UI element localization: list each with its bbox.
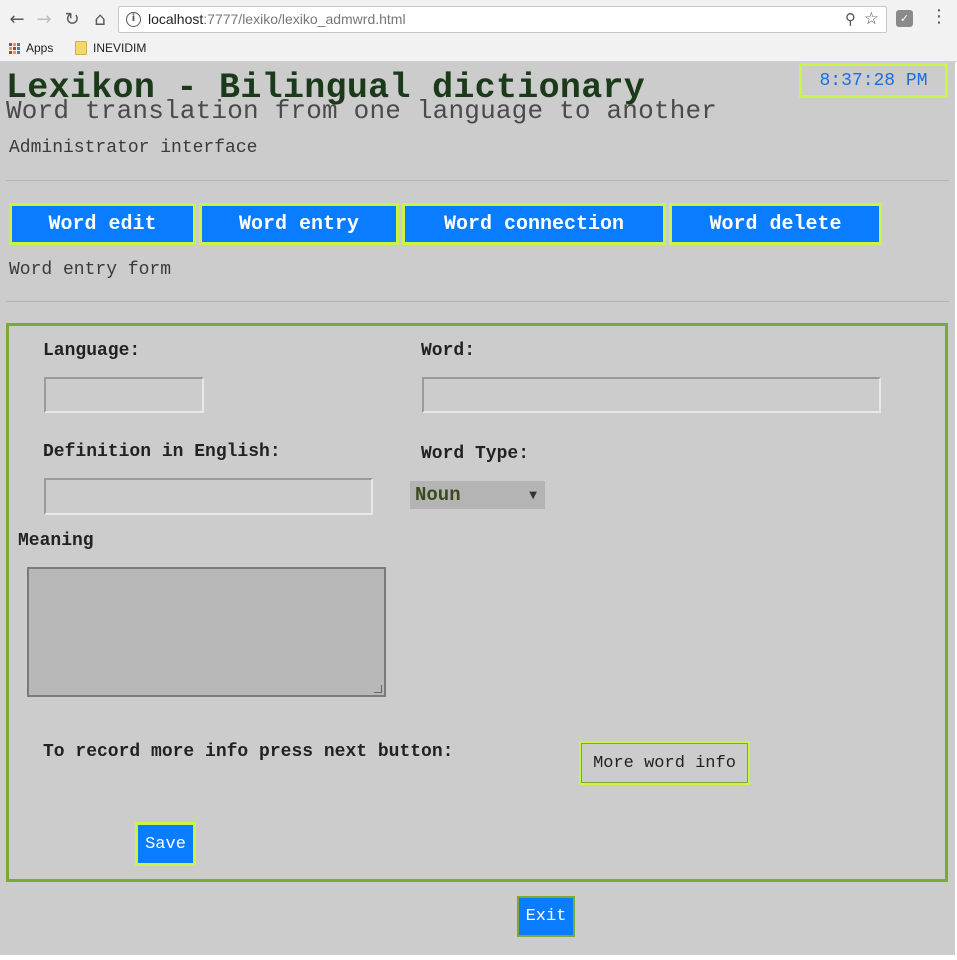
back-arrow-icon[interactable]: ← xyxy=(4,6,30,32)
form-heading: Word entry form xyxy=(9,260,172,280)
window-edge xyxy=(0,955,957,960)
bookmark-inevidim[interactable]: INEVIDIM xyxy=(75,41,146,55)
language-input[interactable] xyxy=(44,377,204,413)
divider xyxy=(6,180,949,181)
address-bar[interactable]: i localhost:7777/lexiko/lexiko_admwrd.ht… xyxy=(118,6,887,33)
word-type-value: Noun xyxy=(415,484,461,506)
clock-display: 8:37:28 PM xyxy=(799,63,948,98)
url-host: localhost xyxy=(148,11,204,27)
meaning-label: Meaning xyxy=(18,531,94,551)
more-info-text: To record more info press next button: xyxy=(43,742,454,762)
dropdown-arrow-icon: ▼ xyxy=(529,489,537,501)
save-button[interactable]: Save xyxy=(135,822,196,866)
url-text: localhost:7777/lexiko/lexiko_admwrd.html xyxy=(148,11,406,27)
word-type-select[interactable]: Noun ▼ xyxy=(410,481,545,509)
apps-grid-icon xyxy=(9,42,20,54)
resize-grip-icon[interactable] xyxy=(374,685,382,693)
url-path: :7777/lexiko/lexiko_admwrd.html xyxy=(203,11,406,27)
tab-word-connection[interactable]: Word connection xyxy=(402,203,666,245)
bookmarks-bar: Apps INEVIDIM xyxy=(0,38,957,60)
more-word-info-button[interactable]: More word info xyxy=(579,741,750,785)
word-type-label: Word Type: xyxy=(421,444,530,464)
browser-chrome: ← → ↻ ⌂ i localhost:7777/lexiko/lexiko_a… xyxy=(0,0,957,62)
language-label: Language: xyxy=(43,341,141,361)
bookmark-apps[interactable]: Apps xyxy=(9,41,53,55)
exit-button[interactable]: Exit xyxy=(517,896,575,937)
zoom-icon[interactable]: ⚲ xyxy=(845,10,856,28)
definition-label: Definition in English: xyxy=(43,442,281,462)
divider xyxy=(6,301,949,302)
reload-icon[interactable]: ↻ xyxy=(59,6,85,32)
folder-icon xyxy=(75,41,87,55)
info-icon[interactable]: i xyxy=(126,12,141,27)
page-subtitle: Word translation from one language to an… xyxy=(6,96,718,126)
bookmark-label: Apps xyxy=(26,41,54,55)
extension-icon[interactable]: ✓ xyxy=(896,10,913,27)
bookmark-label: INEVIDIM xyxy=(93,41,147,55)
star-icon[interactable]: ☆ xyxy=(864,9,879,29)
forward-arrow-icon[interactable]: → xyxy=(31,6,57,32)
word-input[interactable] xyxy=(422,377,881,413)
page-content: Lexikon - Bilingual dictionary Word tran… xyxy=(0,62,955,955)
meaning-textarea[interactable] xyxy=(27,567,386,697)
tab-word-edit[interactable]: Word edit xyxy=(9,203,196,245)
word-label: Word: xyxy=(421,341,476,361)
tab-word-delete[interactable]: Word delete xyxy=(669,203,882,245)
menu-dots-icon[interactable]: ⋮ xyxy=(930,6,948,27)
home-icon[interactable]: ⌂ xyxy=(87,6,113,32)
section-label: Administrator interface xyxy=(9,138,258,158)
definition-input[interactable] xyxy=(44,478,373,515)
tab-word-entry[interactable]: Word entry xyxy=(199,203,399,245)
